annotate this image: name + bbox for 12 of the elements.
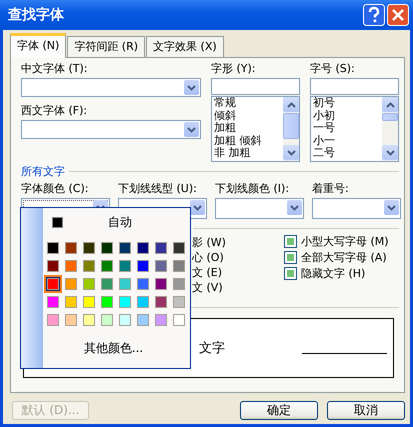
auto-color-label: 自动 bbox=[108, 214, 132, 230]
field-label: 下划线颜色 (I): bbox=[215, 182, 290, 196]
field-label: 字形 (Y): bbox=[211, 62, 257, 76]
field-label: 下划线线型 (U): bbox=[118, 182, 198, 196]
section-title: 所有文字 bbox=[21, 164, 65, 179]
field-label: 字号 (S): bbox=[310, 62, 356, 76]
field-label: 字体颜色 (C): bbox=[21, 182, 90, 196]
field-label: 西文字体 (F): bbox=[21, 104, 88, 118]
field-label: 中文字体 (T): bbox=[21, 62, 89, 76]
preview-text: 文字 bbox=[199, 340, 225, 357]
window-title: 查找字体 bbox=[8, 6, 64, 24]
field-label: 着重号: bbox=[312, 182, 350, 196]
